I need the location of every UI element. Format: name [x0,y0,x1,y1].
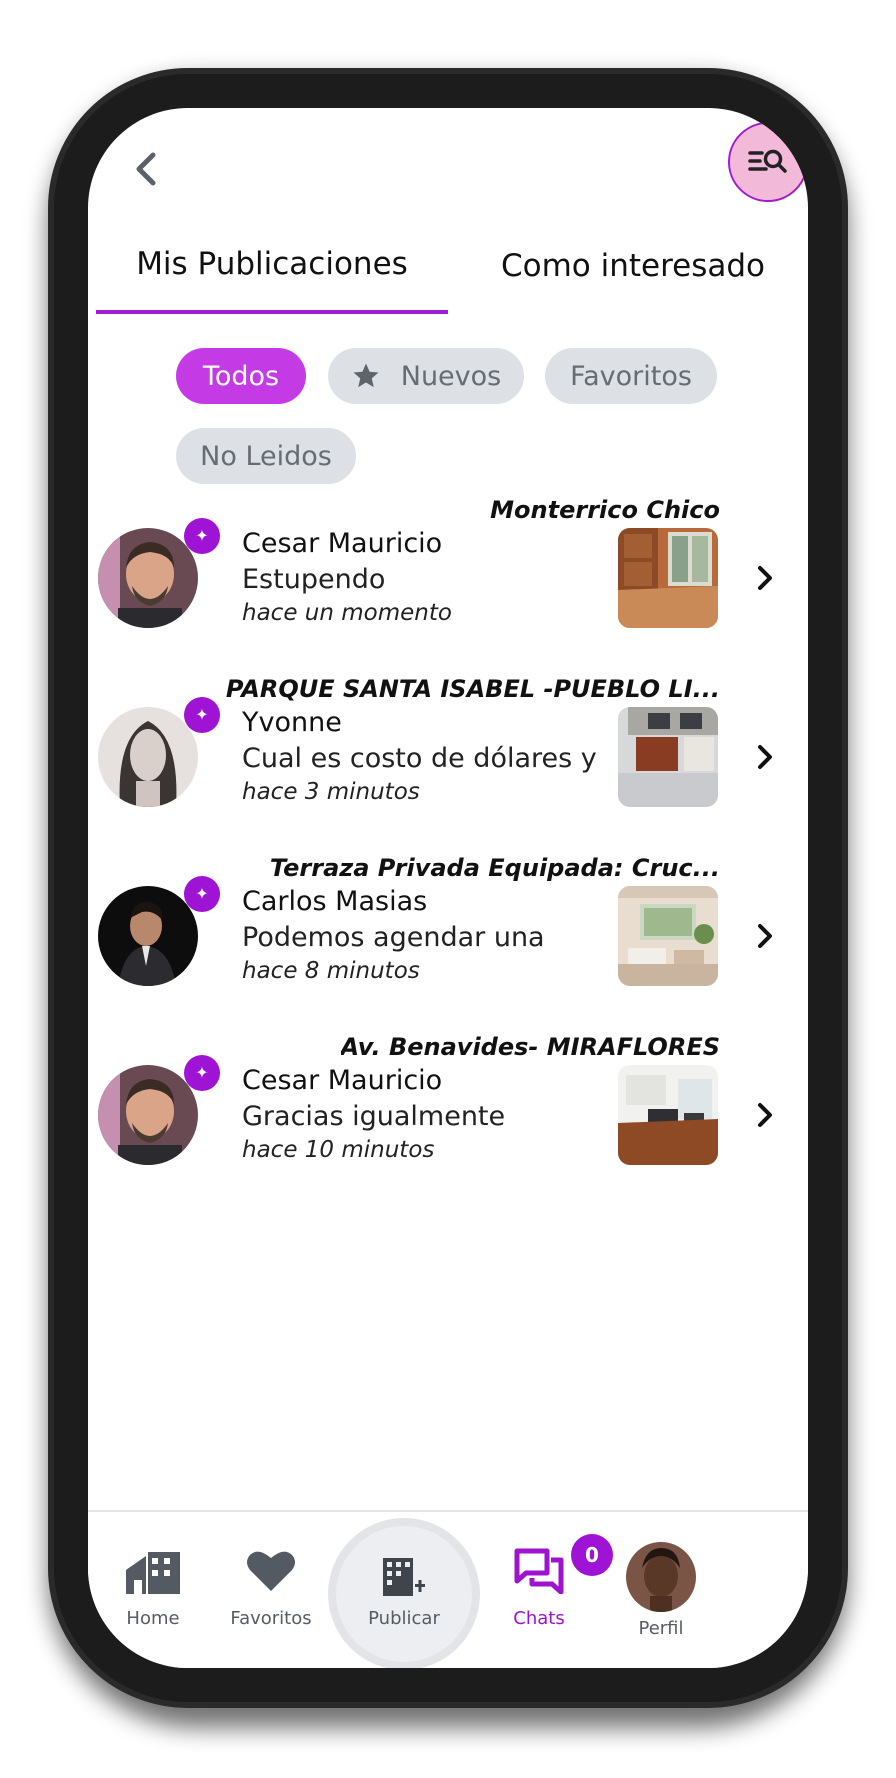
chat-list-item[interactable]: Av. Benavides- MIRAFLORES Cesar Mauricio… [88,1033,808,1213]
last-message: Cual es costo de dólares y [242,743,597,774]
filter-chip-favoritos[interactable]: Favoritos [545,348,717,404]
chat-list-item[interactable]: Terraza Privada Equipada: Cruc... Carlos… [88,854,808,1034]
nav-favorites[interactable]: Favoritos [206,1512,336,1668]
filter-chip-label: Nuevos [400,360,502,392]
nav-publish-button[interactable]: Publicar [336,1526,472,1662]
nav-label: Publicar [368,1608,440,1629]
avatar [98,528,198,628]
last-message: Podemos agendar una [242,922,545,953]
filter-chip-label: Todos [202,360,280,392]
tab-bar: Mis Publicaciones Como interesado [96,218,808,314]
contact-name: Cesar Mauricio [242,1065,443,1096]
tab-mis-publicaciones[interactable]: Mis Publicaciones [96,218,448,314]
chevron-right-icon [750,558,780,598]
bottom-nav: Home Favoritos Publicar Chats 0 Perfil [88,1510,808,1668]
message-time: hace 8 minutos [242,958,420,984]
chevron-right-icon [750,916,780,956]
heart-icon [206,1548,336,1592]
filter-chip-label: No Leidos [200,440,332,472]
nav-home[interactable]: Home [88,1512,218,1668]
filter-chip-label: Favoritos [570,360,692,392]
list-search-icon [748,149,787,173]
new-badge [184,1055,220,1091]
last-message: Estupendo [242,564,386,595]
chevron-right-icon [750,1095,780,1135]
avatar [98,707,198,807]
nav-label: Home [126,1608,180,1629]
nav-label: Chats [513,1608,565,1629]
filter-chip-no-leidos[interactable]: No Leidos [176,428,356,484]
back-button[interactable] [124,142,168,196]
property-thumbnail [618,528,718,628]
filter-chip-todos[interactable]: Todos [176,348,306,404]
filter-search-button[interactable] [728,122,808,202]
property-thumbnail [618,886,718,986]
message-time: hace 10 minutos [242,1137,435,1163]
chat-list-item[interactable]: PARQUE SANTA ISABEL -PUEBLO LI... Yvonne… [88,675,808,855]
new-badge [184,518,220,554]
nav-label: Perfil [638,1618,684,1639]
property-title: Monterrico Chico [490,496,720,524]
app-screen: Mis Publicaciones Como interesado Todos … [88,108,808,1668]
star-icon [351,361,381,391]
property-thumbnail [618,1065,718,1165]
nav-label: Favoritos [230,1608,312,1629]
avatar [98,1065,198,1165]
property-title: PARQUE SANTA ISABEL -PUEBLO LI... [225,675,720,703]
property-title: Terraza Privada Equipada: Cruc... [269,854,720,882]
avatar [98,886,198,986]
contact-name: Cesar Mauricio [242,528,443,559]
chevron-left-icon [136,152,156,186]
building-icon [88,1548,218,1594]
chat-list-item[interactable]: Monterrico Chico Cesar Mauricio Estupend… [88,496,808,676]
profile-avatar[interactable] [626,1542,696,1612]
contact-name: Yvonne [242,707,342,738]
tab-como-interesado[interactable]: Como interesado [468,218,798,314]
message-time: hace 3 minutos [242,779,420,805]
filter-chip-nuevos[interactable]: Nuevos [328,348,524,404]
contact-name: Carlos Masias [242,886,428,917]
property-thumbnail [618,707,718,807]
last-message: Gracias igualmente [242,1101,506,1132]
message-time: hace un momento [242,600,452,626]
new-badge [184,876,220,912]
property-title: Av. Benavides- MIRAFLORES [340,1033,720,1061]
add-building-icon [336,1556,472,1598]
chevron-right-icon [750,737,780,777]
new-badge [184,697,220,733]
